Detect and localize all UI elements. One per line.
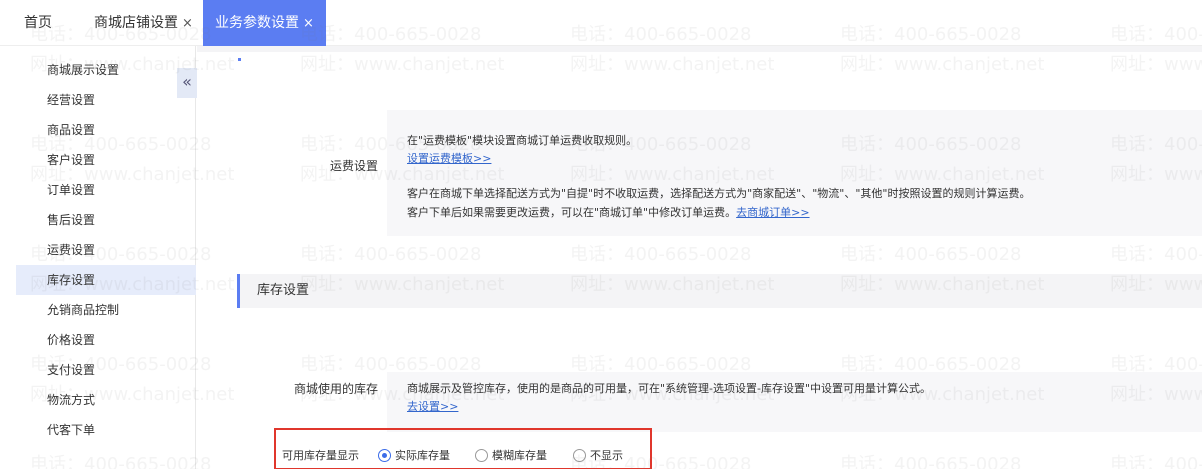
freight-line3: 客户下单后如果需要更改运费，可以在"商城订单"中修改订单运费。去商城订单>> (407, 204, 810, 220)
tab-bar: 首页 商城店铺设置 × 业务参数设置 × (0, 0, 1202, 46)
stock-display-label: 可用库存量显示 (282, 449, 359, 462)
sidebar-item-business[interactable]: 经营设置 (16, 85, 196, 115)
tab-mall-store-settings[interactable]: 商城店铺设置 × (94, 0, 193, 46)
app-root: 首页 商城店铺设置 × 业务参数设置 × 商城展示设置 经营设置 商品设置 客户设置… (0, 0, 1202, 469)
sidebar-item-label: 商城展示设置 (47, 63, 120, 77)
tab-label: 商城店铺设置 (94, 15, 178, 31)
sidebar-item-proxy-order[interactable]: 代客下单 (16, 415, 196, 445)
sidebar-item-inventory[interactable]: 库存设置 (16, 265, 196, 295)
go-mall-orders-link[interactable]: 去商城订单>> (736, 206, 809, 219)
freight-line2: 客户在商城下单选择配送方式为"自提"时不收取运费，选择配送方式为"商家配送"、"… (407, 187, 1031, 200)
sidebar-item-payment[interactable]: 支付设置 (16, 355, 196, 385)
sidebar-item-after-sales[interactable]: 售后设置 (16, 205, 196, 235)
close-icon[interactable]: × (303, 16, 314, 31)
sidebar-item-order[interactable]: 订单设置 (16, 175, 196, 205)
sidebar-item-price[interactable]: 价格设置 (16, 325, 196, 355)
sidebar-item-label: 售后设置 (47, 213, 96, 227)
sidebar-item-label: 客户设置 (47, 153, 96, 167)
sidebar-item-freight[interactable]: 运费设置 (16, 235, 196, 265)
sidebar-item-label: 允销商品控制 (47, 303, 120, 317)
sidebar-item-logistics[interactable]: 物流方式 (16, 385, 196, 415)
set-freight-template-link[interactable]: 设置运费模板>> (407, 150, 491, 166)
radio-label-hidden[interactable]: 不显示 (590, 448, 623, 464)
sidebar-item-label: 订单设置 (47, 183, 96, 197)
main-content: 运费设置 在"运费模板"模块设置商城订单运费收取规则。 设置运费模板>> 客户在… (197, 46, 1202, 469)
tab-home[interactable]: 首页 (24, 0, 52, 46)
radio-label-actual[interactable]: 实际库存量 (395, 448, 450, 464)
sidebar-item-label: 经营设置 (47, 93, 96, 107)
radio-hidden[interactable] (573, 449, 586, 462)
sidebar: 商城展示设置 经营设置 商品设置 客户设置 订单设置 售后设置 运费设置 库存设… (0, 46, 197, 469)
stock-description: 商城展示及管控库存，使用的是商品的可用量，可在"系统管理-选项设置-库存设置"中… (407, 382, 932, 395)
tab-business-params[interactable]: 业务参数设置 × (203, 0, 326, 46)
radio-fuzzy-stock[interactable] (475, 449, 488, 462)
close-icon[interactable]: × (182, 16, 193, 31)
tab-label: 首页 (24, 15, 52, 31)
go-settings-link[interactable]: 去设置>> (407, 398, 458, 414)
sidebar-item-label: 库存设置 (47, 273, 96, 287)
top-divider (197, 46, 1202, 52)
section-marker (238, 58, 241, 61)
collapse-sidebar-icon[interactable]: « (177, 68, 197, 98)
freight-label: 运费设置 (329, 159, 378, 173)
inventory-section-header: 库存设置 (237, 274, 1202, 308)
sidebar-item-label: 物流方式 (47, 393, 96, 407)
tab-label: 业务参数设置 (215, 15, 299, 31)
radio-actual-stock[interactable] (378, 449, 391, 462)
stock-label: 商城使用的库存 (293, 382, 378, 396)
sidebar-item-mall-display[interactable]: 商城展示设置 (16, 55, 196, 85)
sidebar-item-customer[interactable]: 客户设置 (16, 145, 196, 175)
freight-line3-text: 客户下单后如果需要更改运费，可以在"商城订单"中修改订单运费。 (407, 206, 737, 219)
sidebar-item-product[interactable]: 商品设置 (16, 115, 196, 145)
sidebar-item-label: 价格设置 (47, 333, 96, 347)
sidebar-item-allowed-products[interactable]: 允销商品控制 (16, 295, 196, 325)
sidebar-item-label: 商品设置 (47, 123, 96, 137)
sidebar-item-label: 支付设置 (47, 363, 96, 377)
sidebar-item-label: 代客下单 (47, 423, 96, 437)
section-title: 库存设置 (257, 283, 310, 298)
sidebar-item-label: 运费设置 (47, 243, 96, 257)
freight-line1: 在"运费模板"模块设置商城订单运费收取规则。 (407, 134, 638, 147)
radio-label-fuzzy[interactable]: 模糊库存量 (492, 448, 547, 464)
